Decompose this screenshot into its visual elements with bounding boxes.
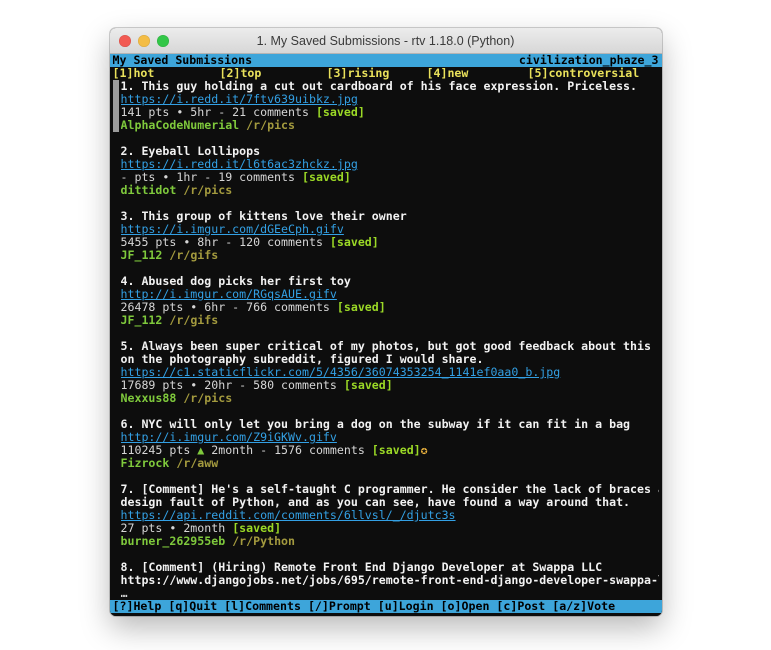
traffic-lights: [119, 28, 169, 53]
author-name: AlphaCodeNumerial: [121, 119, 240, 132]
stats-segment: 141 pts • 5hr - 21 comments: [121, 106, 316, 119]
stats-segment: [saved]: [344, 379, 393, 392]
submission-title: 3. This group of kittens love their owne…: [121, 210, 659, 223]
submission-link-row: https://c1.staticflickr.com/5/4356/36074…: [121, 366, 659, 379]
subreddit-name: /r/Python: [232, 535, 295, 548]
submission-byline: AlphaCodeNumerial /r/pics: [121, 119, 659, 132]
submission-byline: JF_112 /r/gifs: [121, 249, 659, 262]
stats-segment: [saved]: [372, 444, 421, 457]
submission-title: design fault of Python, and as you can s…: [121, 496, 659, 509]
submission-title: on the photography subreddit, figured I …: [121, 353, 659, 366]
submission-link[interactable]: http://i.imgur.com/Z9iGKWv.gifv: [121, 431, 337, 444]
stats-segment: 17689 pts • 20hr - 580 comments: [121, 379, 344, 392]
stats-segment: 2month - 1576 comments: [204, 444, 372, 457]
author-name: burner_262955eb: [121, 535, 226, 548]
stats-segment: [saved]: [337, 301, 386, 314]
help-bar: [?]Help [q]Quit [l]Comments [/]Prompt [u…: [110, 600, 662, 613]
menu-item-controversial[interactable]: [5]controversial: [528, 67, 640, 80]
submission-stats: 141 pts • 5hr - 21 comments [saved]: [121, 106, 659, 119]
submission-item-1[interactable]: 1. This guy holding a cut out cardboard …: [121, 80, 659, 132]
close-window-button[interactable]: [119, 35, 131, 47]
submission-title: 6. NYC will only let you bring a dog on …: [121, 418, 659, 431]
zoom-window-button[interactable]: [157, 35, 169, 47]
sort-menu: [1]hot [2]top [3]rising [4]new [5]controvers…: [113, 67, 659, 80]
author-name: JF_112: [121, 249, 163, 262]
author-name: Nexxus88: [121, 392, 177, 405]
menu-item-top[interactable]: [2]top: [220, 67, 262, 80]
stats-segment: [saved]: [232, 522, 281, 535]
subreddit-name: /r/aww: [176, 457, 218, 470]
submission-stats: 5455 pts • 8hr - 120 comments [saved]: [121, 236, 659, 249]
submission-stats: 26478 pts • 6hr - 766 comments [saved]: [121, 301, 659, 314]
subreddit-name: /r/pics: [246, 119, 295, 132]
submission-byline: burner_262955eb /r/Python: [121, 535, 659, 548]
truncation-indicator: …: [121, 587, 659, 600]
submission-item-8[interactable]: 8. [Comment] (Hiring) Remote Front End D…: [121, 561, 659, 600]
status-header: My Saved Submissions civilization_phaze_…: [110, 54, 662, 67]
app-window: 1. My Saved Submissions - rtv 1.18.0 (Py…: [110, 28, 662, 616]
author-name: JF_112: [121, 314, 163, 327]
logged-in-username: civilization_phaze_3: [519, 54, 659, 67]
submission-title: 2. Eyeball Lollipops: [121, 145, 659, 158]
submission-byline: Fizrock /r/aww: [121, 457, 659, 470]
stats-segment: 27 pts • 2month: [121, 522, 233, 535]
submission-stats: 17689 pts • 20hr - 580 comments [saved]: [121, 379, 659, 392]
submission-link-row: https://i.redd.it/7ftv639uibkz.jpg: [121, 93, 659, 106]
stats-segment: 26478 pts • 6hr - 766 comments: [121, 301, 337, 314]
submission-item-5[interactable]: 5. Always been super critical of my phot…: [121, 340, 659, 405]
stats-segment: [saved]: [302, 171, 351, 184]
selection-cursor: [113, 80, 119, 132]
submission-link[interactable]: https://i.redd.it/7ftv639uibkz.jpg: [121, 93, 358, 106]
submission-item-6[interactable]: 6. NYC will only let you bring a dog on …: [121, 418, 659, 470]
stats-segment: [saved]: [330, 236, 379, 249]
author-name: dittidot: [121, 184, 177, 197]
submission-title: 1. This guy holding a cut out cardboard …: [121, 80, 659, 93]
submission-byline: JF_112 /r/gifs: [121, 314, 659, 327]
submission-link-row: https://api.reddit.com/comments/6llvsl/_…: [121, 509, 659, 522]
submission-item-2[interactable]: 2. Eyeball Lollipopshttps://i.redd.it/l6…: [121, 145, 659, 197]
submission-item-3[interactable]: 3. This group of kittens love their owne…: [121, 210, 659, 262]
submission-stats: - pts • 1hr - 19 comments [saved]: [121, 171, 659, 184]
subreddit-name: /r/pics: [183, 392, 232, 405]
submission-link[interactable]: https://api.reddit.com/comments/6llvsl/_…: [121, 509, 456, 522]
subreddit-name: /r/pics: [183, 184, 232, 197]
submission-link-row: https://i.redd.it/l6t6ac3zhckz.jpg: [121, 158, 659, 171]
gilded-icon: ✪: [421, 444, 428, 457]
stats-segment: 110245 pts: [121, 444, 198, 457]
subreddit-name: /r/gifs: [169, 249, 218, 262]
page-title: My Saved Submissions: [113, 54, 253, 67]
submission-stats: 110245 pts ▲ 2month - 1576 comments [sav…: [121, 444, 659, 457]
submission-title: https://www.djangojobs.net/jobs/695/remo…: [121, 574, 659, 587]
submission-title: 8. [Comment] (Hiring) Remote Front End D…: [121, 561, 659, 574]
submission-link-row: http://i.imgur.com/Z9iGKWv.gifv: [121, 431, 659, 444]
menu-item-hot[interactable]: [1]hot: [113, 67, 155, 80]
submission-item-4[interactable]: 4. Abused dog picks her first toyhttp://…: [121, 275, 659, 327]
submission-byline: Nexxus88 /r/pics: [121, 392, 659, 405]
stats-segment: [saved]: [316, 106, 365, 119]
submission-link-row: http://i.imgur.com/RGqsAUE.gifv: [121, 288, 659, 301]
submission-item-7[interactable]: 7. [Comment] He's a self-taught C progra…: [121, 483, 659, 548]
submission-link[interactable]: https://i.imgur.com/dGEeCph.gifv: [121, 223, 344, 236]
submission-title: 7. [Comment] He's a self-taught C progra…: [121, 483, 659, 496]
minimize-window-button[interactable]: [138, 35, 150, 47]
submission-link[interactable]: http://i.imgur.com/RGqsAUE.gifv: [121, 288, 337, 301]
menu-item-rising[interactable]: [3]rising: [327, 67, 390, 80]
window-titlebar[interactable]: 1. My Saved Submissions - rtv 1.18.0 (Py…: [110, 28, 662, 54]
submission-stats: 27 pts • 2month [saved]: [121, 522, 659, 535]
submission-title: 4. Abused dog picks her first toy: [121, 275, 659, 288]
submission-title: 5. Always been super critical of my phot…: [121, 340, 659, 353]
submission-list: 1. This guy holding a cut out cardboard …: [113, 80, 659, 600]
stats-segment: - pts • 1hr - 19 comments: [121, 171, 302, 184]
submission-link[interactable]: https://c1.staticflickr.com/5/4356/36074…: [121, 366, 561, 379]
submission-link[interactable]: https://i.redd.it/l6t6ac3zhckz.jpg: [121, 158, 358, 171]
menu-item-new[interactable]: [4]new: [427, 67, 469, 80]
author-name: Fizrock: [121, 457, 170, 470]
submission-link-row: https://i.imgur.com/dGEeCph.gifv: [121, 223, 659, 236]
submission-byline: dittidot /r/pics: [121, 184, 659, 197]
terminal-screen: My Saved Submissions civilization_phaze_…: [110, 54, 662, 616]
stats-segment: 5455 pts • 8hr - 120 comments: [121, 236, 330, 249]
subreddit-name: /r/gifs: [169, 314, 218, 327]
window-title: 1. My Saved Submissions - rtv 1.18.0 (Py…: [257, 34, 515, 48]
